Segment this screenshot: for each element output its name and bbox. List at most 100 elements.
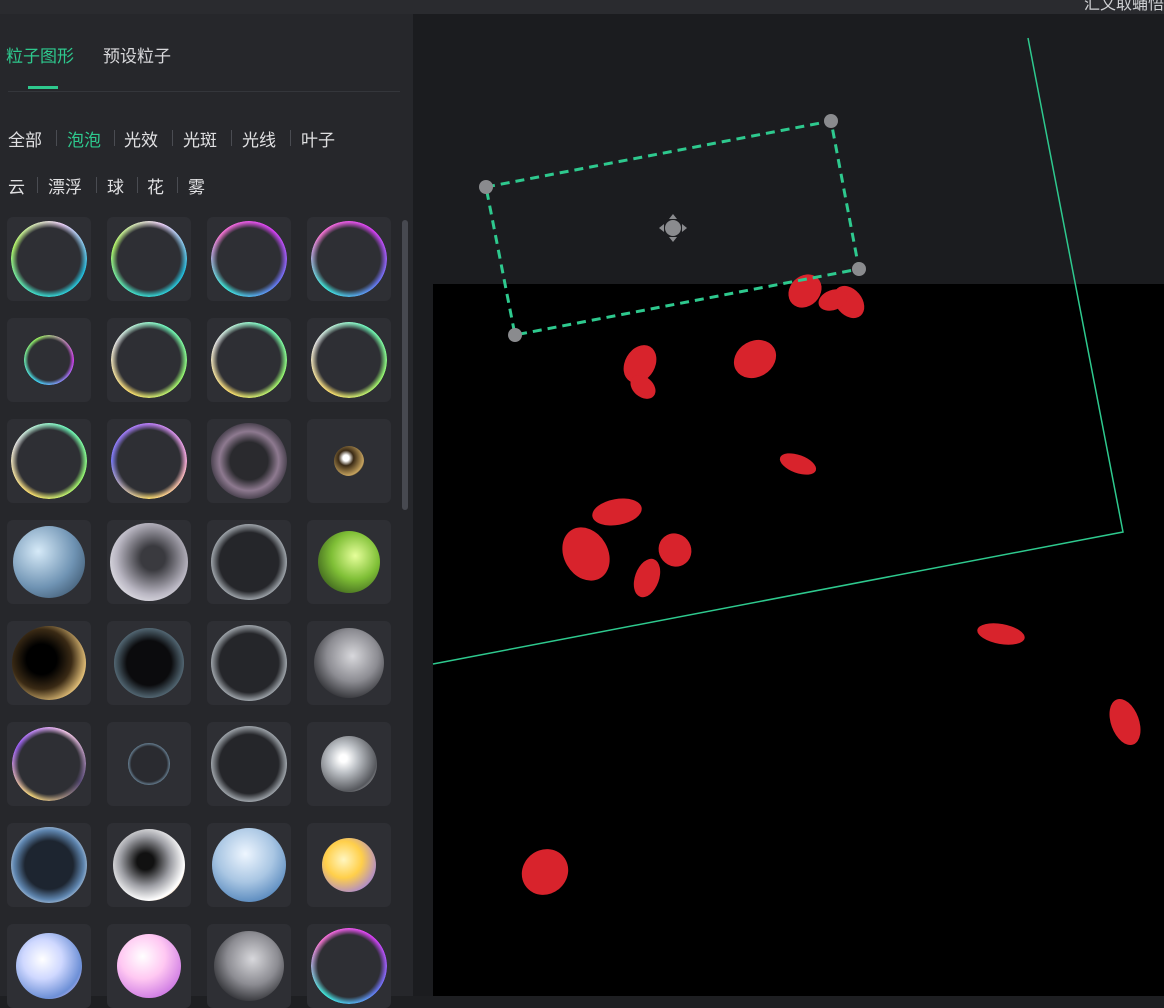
- bubble-image: [111, 221, 187, 297]
- category-light-effect[interactable]: 光效: [124, 126, 158, 151]
- bubble-thumbnail[interactable]: [207, 621, 291, 705]
- rose-petal: [977, 623, 1025, 645]
- bubble-image: [211, 423, 287, 499]
- bubble-image: [24, 335, 74, 385]
- bubble-thumbnail[interactable]: [107, 419, 191, 503]
- bubble-thumbnail[interactable]: [7, 924, 91, 1008]
- bubble-thumbnail[interactable]: [107, 722, 191, 806]
- bubble-thumbnail[interactable]: [107, 318, 191, 402]
- category-separator: [56, 130, 57, 146]
- bubble-thumbnail[interactable]: [107, 924, 191, 1008]
- rose-petal: [521, 849, 569, 895]
- bubble-image: [128, 743, 170, 785]
- bubble-image: [214, 931, 284, 1001]
- resize-handle-bottom-left[interactable]: [508, 328, 522, 342]
- bubble-image: [11, 221, 87, 297]
- category-light-ray[interactable]: 光线: [242, 126, 276, 151]
- category-separator: [137, 177, 138, 193]
- category-separator: [177, 177, 178, 193]
- rose-petal: [733, 339, 777, 379]
- bubble-image: [16, 933, 82, 999]
- bubble-image: [211, 524, 287, 600]
- category-separator: [114, 130, 115, 146]
- bubble-thumbnail[interactable]: [307, 823, 391, 907]
- bubble-image: [311, 221, 387, 297]
- bubble-image: [211, 625, 287, 701]
- category-separator: [172, 130, 173, 146]
- bubble-image: [117, 934, 181, 998]
- transform-overlay[interactable]: [413, 14, 1164, 996]
- bubble-thumbnail[interactable]: [7, 520, 91, 604]
- bubble-thumbnail[interactable]: [107, 520, 191, 604]
- bubble-image: [334, 446, 364, 476]
- bubble-thumbnail[interactable]: [307, 419, 391, 503]
- resize-handle-top-left[interactable]: [479, 180, 493, 194]
- active-tab-indicator: [28, 86, 58, 89]
- rose-petal: [779, 453, 817, 475]
- bubble-thumbnail[interactable]: [207, 924, 291, 1008]
- resize-handle-top-right[interactable]: [824, 114, 838, 128]
- category-separator: [290, 130, 291, 146]
- bubble-thumbnail[interactable]: [7, 823, 91, 907]
- rose-petal: [633, 558, 661, 598]
- bubble-image: [314, 628, 384, 698]
- bubble-thumbnail[interactable]: [7, 318, 91, 402]
- category-cloud[interactable]: 云: [8, 173, 25, 198]
- category-separator: [37, 177, 38, 193]
- bubble-image: [113, 829, 185, 901]
- bubble-thumbnail[interactable]: [307, 520, 391, 604]
- bubble-image: [111, 322, 187, 398]
- bubble-image: [12, 626, 86, 700]
- bubble-image: [211, 221, 287, 297]
- resize-handle-bottom-right[interactable]: [852, 262, 866, 276]
- bubble-image: [322, 838, 376, 892]
- bubble-thumbnail[interactable]: [107, 823, 191, 907]
- top-bar-text: 汇文取蛹悟: [1083, 0, 1164, 13]
- bubble-thumbnail[interactable]: [207, 318, 291, 402]
- bubble-thumbnail[interactable]: [307, 318, 391, 402]
- bubble-image: [13, 526, 85, 598]
- bubble-image: [211, 322, 287, 398]
- bubble-image: [111, 423, 187, 499]
- tab-particle-shape[interactable]: 粒子图形: [6, 42, 74, 67]
- bubble-thumbnail[interactable]: [107, 621, 191, 705]
- category-flower[interactable]: 花: [147, 173, 164, 198]
- category-leaf[interactable]: 叶子: [301, 126, 335, 151]
- bubble-thumbnail[interactable]: [307, 722, 391, 806]
- bubble-image: [311, 322, 387, 398]
- bubble-thumbnail[interactable]: [307, 621, 391, 705]
- panel-scrollbar[interactable]: [402, 220, 408, 510]
- bubble-thumbnail[interactable]: [207, 419, 291, 503]
- tab-divider: [8, 91, 400, 92]
- bubble-thumbnail[interactable]: [307, 924, 391, 1008]
- category-separator: [96, 177, 97, 193]
- bubble-thumbnail[interactable]: [207, 217, 291, 301]
- bubble-image: [212, 828, 286, 902]
- category-floating[interactable]: 漂浮: [48, 173, 82, 198]
- top-bar: 汇文取蛹悟: [0, 0, 1164, 14]
- preview-canvas[interactable]: [413, 14, 1164, 996]
- bubble-thumbnail[interactable]: [307, 217, 391, 301]
- bubble-image: [12, 727, 86, 801]
- rose-petal: [592, 498, 642, 526]
- category-all[interactable]: 全部: [8, 126, 42, 151]
- bubble-thumbnail[interactable]: [7, 217, 91, 301]
- bubble-image: [211, 726, 287, 802]
- category-separator: [231, 130, 232, 146]
- bubble-image: [110, 523, 188, 601]
- rose-petal: [1109, 698, 1141, 746]
- bubble-thumbnail[interactable]: [7, 722, 91, 806]
- bubble-thumbnail[interactable]: [7, 621, 91, 705]
- bubble-thumbnail[interactable]: [107, 217, 191, 301]
- category-ball[interactable]: 球: [107, 173, 124, 198]
- bubble-thumbnail[interactable]: [207, 722, 291, 806]
- bubble-thumbnail[interactable]: [7, 419, 91, 503]
- category-bubble[interactable]: 泡泡: [67, 126, 101, 151]
- category-fog[interactable]: 雾: [188, 173, 205, 198]
- bubble-thumbnail[interactable]: [207, 823, 291, 907]
- category-light-spot[interactable]: 光斑: [183, 126, 217, 151]
- bubble-thumbnail[interactable]: [207, 520, 291, 604]
- tab-preset-particles[interactable]: 预设粒子: [103, 42, 171, 67]
- move-center-icon[interactable]: [659, 214, 687, 242]
- bubble-image: [11, 423, 87, 499]
